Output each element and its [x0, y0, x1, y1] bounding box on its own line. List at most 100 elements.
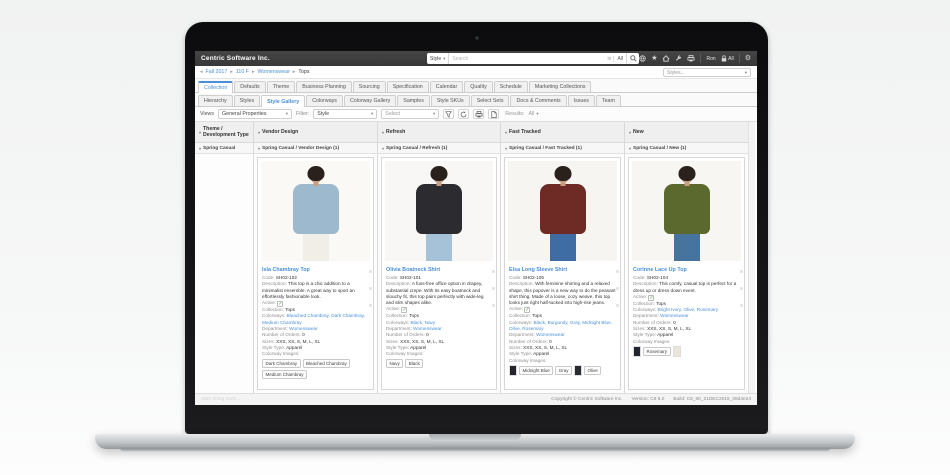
colorway-thumbnail[interactable] [509, 365, 517, 376]
column-header[interactable]: ▾ Theme / Development Type [195, 122, 253, 143]
tab-defaults[interactable]: Defaults [234, 81, 265, 92]
colorway-chip[interactable]: Gray [555, 366, 572, 375]
product-photo[interactable] [632, 161, 741, 261]
colorways-links[interactable]: Bright Ivory, Olive, Rosemary [658, 307, 719, 312]
export-button[interactable] [488, 109, 499, 119]
tab-styles[interactable]: Styles [234, 95, 260, 106]
tab-colorway-gallery[interactable]: Colorway Gallery [344, 95, 396, 106]
tab-docs-comments[interactable]: Docs & Comments [510, 95, 566, 106]
colorway-chip[interactable]: Olive [584, 366, 601, 375]
tab-calendar[interactable]: Calendar [430, 81, 464, 92]
tab-select-sets[interactable]: Select Sets [471, 95, 510, 106]
breadcrumb-womenswear[interactable]: Womenswear [258, 69, 290, 75]
colorway-chip[interactable]: Navy [386, 359, 403, 368]
tab-business-planning[interactable]: Business Planning [296, 81, 352, 92]
tab-sourcing[interactable]: Sourcing [353, 81, 386, 92]
tab-hierarchy[interactable]: Hierarchy [198, 95, 233, 106]
views-toolbar: Views General Properties ▾ Filter: Style… [195, 107, 757, 122]
colorway-chip[interactable]: Black [405, 359, 423, 368]
tab-style-gallery[interactable]: Style Gallery [261, 95, 305, 107]
tab-issues[interactable]: Issues [568, 95, 595, 106]
tab-schedule[interactable]: Schedule [494, 81, 528, 92]
department-link[interactable]: Womenswear [289, 326, 318, 331]
global-search: Style ▾ Search in All [427, 53, 639, 64]
results-select[interactable]: All ▾ [528, 111, 538, 117]
search-button[interactable] [626, 53, 639, 64]
refresh-button[interactable] [458, 109, 469, 119]
colorways-links[interactable]: Black, Navy [411, 320, 436, 325]
back-arrow-icon[interactable]: ◂ [200, 69, 203, 75]
tab-quality[interactable]: Quality [464, 81, 493, 92]
print-icon[interactable] [687, 55, 695, 62]
search-scope-select[interactable]: Style ▾ [427, 53, 449, 64]
help-globe-icon[interactable] [639, 55, 646, 62]
product-title-link[interactable]: Olivia Boatneck Shirt [386, 267, 492, 273]
user-menu[interactable]: Ron [706, 56, 715, 62]
group-row[interactable]: ▾ Spring Casual / Vendor Design (1) [254, 143, 377, 154]
group-row[interactable]: ▾ Spring Casual / Fast Tracked (1) [501, 143, 624, 154]
tab-samples[interactable]: Samples [397, 95, 430, 106]
tab-team[interactable]: Team [596, 95, 621, 106]
product-photo[interactable] [261, 161, 370, 261]
column-header[interactable]: ▾ New [625, 122, 748, 143]
department-link[interactable]: Womenswear [660, 313, 689, 318]
favorites-star-icon[interactable]: ★ [651, 55, 657, 62]
chevron-down-icon: ▾ [443, 56, 445, 62]
tab-style-skus[interactable]: Style SKUs [431, 95, 470, 106]
tab-collection[interactable]: Collection [198, 81, 233, 93]
tab-marketing-collections[interactable]: Marketing Collections [529, 81, 592, 92]
filter-type-select[interactable]: Style ▾ [313, 109, 377, 119]
photo-person-shape [431, 166, 448, 181]
product-photo[interactable] [385, 161, 493, 261]
colorway-chip[interactable]: Medium Chambray [262, 370, 307, 379]
column-header[interactable]: ▾ Fast Tracked [501, 122, 624, 143]
product-card-isla-chambray-top: Isla Chambray Top Code: SH02-102 Descrip… [257, 157, 374, 390]
group-row-spring-casual[interactable]: ▾ Spring Casual [195, 143, 253, 154]
view-selector[interactable]: General Properties ▾ [218, 109, 292, 119]
breadcrumb-fall-2017[interactable]: Fall 2017 [206, 69, 228, 75]
filter-value-select[interactable]: Select ▾ [381, 109, 439, 119]
product-title-link[interactable]: Corinne Lace Up Top [633, 267, 740, 273]
divider [700, 54, 701, 63]
tab-theme[interactable]: Theme [267, 81, 296, 92]
styles-dropdown[interactable]: Styles... ▾ [663, 68, 751, 77]
product-title-link[interactable]: Isla Chambray Top [262, 267, 369, 273]
chevron-down-icon: ▾ [371, 111, 373, 117]
breadcrumb-separator-icon: ▸ [252, 69, 255, 75]
group-row[interactable]: ▾ Spring Casual / New (1) [625, 143, 748, 154]
header-icon-cluster: ★ Ron All [639, 51, 751, 66]
product-title-link[interactable]: Elsa Long Sleeve Shirt [509, 267, 616, 273]
settings-gear-icon[interactable]: ⚙ [745, 55, 751, 62]
refresh-icon [460, 111, 467, 118]
breadcrumb-110f[interactable]: 110 F [236, 69, 249, 75]
search-in-scope-select[interactable]: All [613, 56, 626, 62]
colorway-images-label: Colorway Images: [386, 351, 492, 357]
tools-wrench-icon[interactable] [675, 55, 682, 62]
colorway-chip[interactable]: Midnight Blue [519, 366, 553, 375]
column-refresh: ▾ Refresh ▾ Spring Casual / Refresh (1) [378, 122, 501, 393]
product-photo[interactable] [508, 161, 617, 261]
department-link[interactable]: Womenswear [413, 326, 442, 331]
department-link[interactable]: Womenswear [536, 332, 565, 337]
column-header[interactable]: ▾ Refresh [378, 122, 500, 143]
tab-colorways[interactable]: Colorways [306, 95, 343, 106]
home-icon[interactable] [662, 55, 670, 62]
vertical-scrollbar[interactable] [748, 122, 755, 393]
chevron-down-icon: ▾ [536, 111, 538, 117]
search-icon [630, 55, 637, 62]
search-input[interactable]: Search [449, 56, 605, 62]
apply-filter-button[interactable] [443, 109, 454, 119]
colorway-thumbnail[interactable] [633, 346, 641, 357]
colorway-thumbnail[interactable] [574, 365, 582, 376]
tab-specification[interactable]: Specification [387, 81, 429, 92]
colorway-chip[interactable]: Dark Chambray [262, 359, 301, 368]
colorway-chip[interactable]: Bleached Chambray [303, 359, 351, 368]
colorway-chip[interactable]: Rosemary [643, 347, 671, 356]
desk-background: Centric Software Inc. Style ▾ Search in … [0, 0, 950, 475]
column-header[interactable]: ▾ Vendor Design [254, 122, 377, 143]
permission-scope[interactable]: All [721, 55, 734, 62]
group-row[interactable]: ▾ Spring Casual / Refresh (1) [378, 143, 500, 154]
print-button[interactable] [473, 109, 484, 119]
colorway-thumbnail[interactable] [673, 346, 681, 357]
card-details: Olivia Boatneck Shirt Code: SH02-101 Des… [382, 264, 496, 370]
